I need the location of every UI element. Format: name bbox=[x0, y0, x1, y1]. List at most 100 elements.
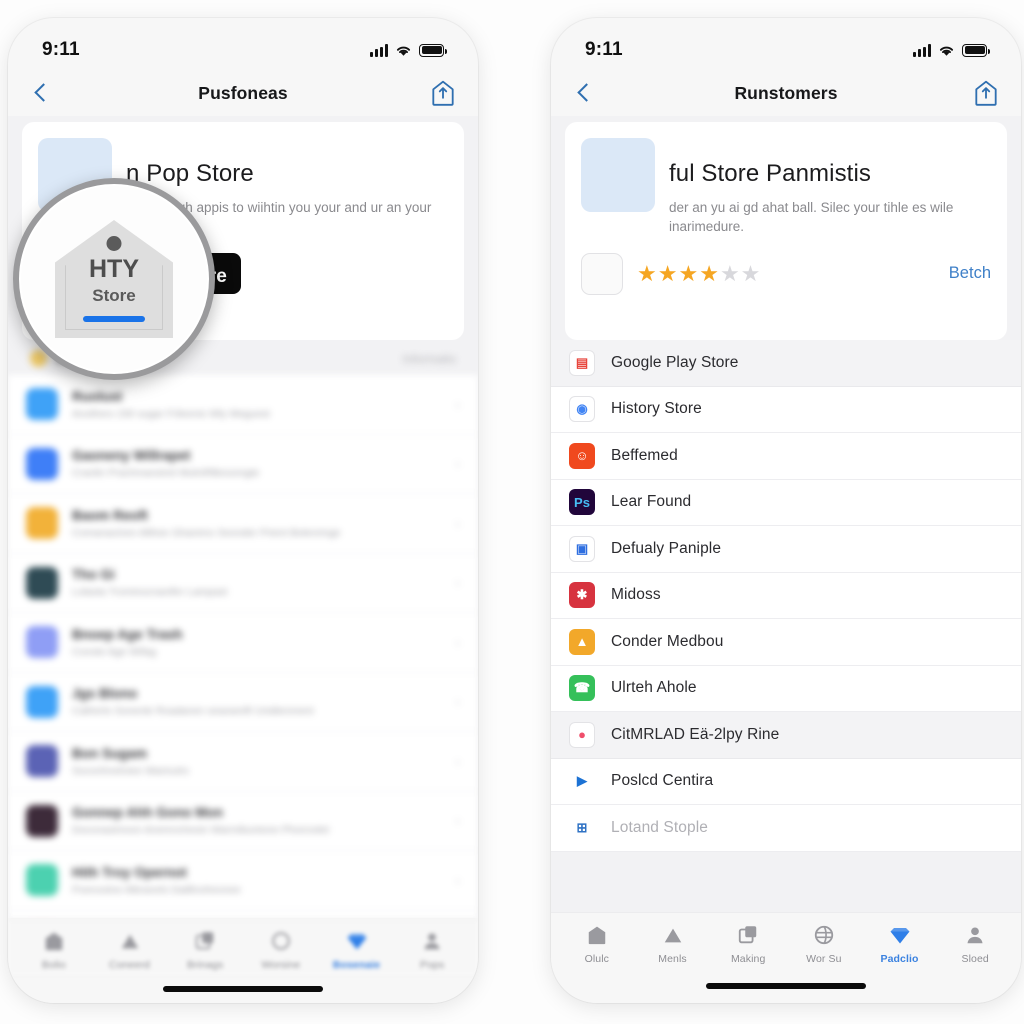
list-item-label: Conder Medbou bbox=[611, 632, 724, 650]
magnified-store-logo: HTY Store bbox=[55, 220, 173, 338]
star-filled-icon: ★ bbox=[657, 260, 678, 286]
list-item-text: Jgs Blono Catherlo Sonenle Roadanen seaow… bbox=[72, 686, 442, 717]
tab-bosenaie[interactable]: Bosenaie bbox=[319, 929, 395, 971]
list-item-label: Ulrteh Ahole bbox=[611, 679, 697, 697]
star-filled-icon: ★ bbox=[678, 260, 699, 286]
list-item[interactable]: Ruolust Anothers 230 sugar Frileenis Wly … bbox=[8, 375, 478, 435]
list-item[interactable]: Jgs Blono Catherlo Sonenle Roadanen seaow… bbox=[8, 672, 478, 732]
bag-icon bbox=[42, 929, 66, 953]
tab-bolio[interactable]: Bolio bbox=[16, 929, 92, 971]
list-item[interactable]: ▲ Conder Medbou bbox=[551, 619, 1021, 666]
tab-label: Brinags bbox=[187, 958, 224, 971]
tab-padclio[interactable]: Padclio bbox=[862, 923, 938, 965]
cellular-bars-icon bbox=[913, 43, 931, 57]
rating-stars: ★ ★ ★ ★ ★ ★ bbox=[637, 260, 761, 286]
list-item[interactable]: Gonnep Ahh Gono Mon Doconasimoon Anemnche… bbox=[8, 791, 478, 851]
list-item-text: Ruolust Anothers 230 sugar Frileenis Wly … bbox=[72, 389, 442, 420]
list-item[interactable]: ✱ Midoss bbox=[551, 573, 1021, 619]
status-icons bbox=[913, 43, 990, 57]
tab-label: Wor Su bbox=[806, 953, 842, 965]
phone-left: 9:11 Pusfoneas n Pop Store appis to wiih… bbox=[8, 18, 478, 1003]
tab-label: Padclio bbox=[880, 953, 919, 965]
list-item[interactable]: Gaoneny Willrapet Cranlin Prachmanstret M… bbox=[8, 434, 478, 494]
list-item[interactable]: ◉ History Store bbox=[551, 387, 1021, 433]
list-item[interactable]: ☺ Beffemed bbox=[551, 433, 1021, 480]
star-empty-icon: ★ bbox=[740, 260, 761, 286]
chrome-icon: ◉ bbox=[569, 396, 595, 423]
list-item-text: Hith Troy Opernot Poenostne Albranels Dai… bbox=[72, 865, 442, 896]
tab-olulc[interactable]: Olulc bbox=[559, 923, 635, 965]
list-item[interactable]: Bon Sugam Soconhnetniee Warinulrs › bbox=[8, 732, 478, 792]
list-item[interactable]: ▣ Defualy Paniple bbox=[551, 526, 1021, 573]
phone-right: 9:11 Runstomers ful Store Panmistis der … bbox=[551, 18, 1021, 1003]
status-clock: 9:11 bbox=[42, 39, 80, 60]
pink-app-icon: ● bbox=[569, 721, 595, 748]
hero-row: ful Store Panmistis der an yu ai gd ahat… bbox=[581, 138, 991, 237]
list-item[interactable]: Ps Lear Found bbox=[551, 480, 1021, 526]
house-dot-icon bbox=[106, 236, 122, 251]
whatsapp-icon: ☎ bbox=[569, 675, 595, 702]
battery-icon bbox=[419, 43, 447, 57]
list-item-title: Bnoep Age Trash bbox=[72, 626, 183, 642]
chevron-right-icon: › bbox=[455, 396, 460, 412]
tab-label: Olulc bbox=[584, 953, 610, 965]
chevron-right-icon: › bbox=[455, 575, 460, 591]
tab-making[interactable]: Making bbox=[710, 923, 786, 965]
tab-menls[interactable]: Menls bbox=[635, 923, 711, 965]
list-item[interactable]: ▶ Poslcd Centira bbox=[551, 759, 1021, 805]
app-icon bbox=[26, 745, 58, 778]
list-item-subtitle: Catherlo Sonenle Roadanen seaownift Unid… bbox=[72, 705, 314, 718]
tab-label: Worsine bbox=[261, 958, 301, 971]
page-title: Pusfoneas bbox=[198, 82, 288, 103]
status-icons bbox=[370, 43, 447, 57]
screenshot-stage: 9:11 Pusfoneas n Pop Store appis to wiih… bbox=[0, 0, 1024, 1024]
chevron-right-icon: › bbox=[455, 456, 460, 472]
list-item[interactable]: ⊞ Lotand Stople bbox=[551, 805, 1021, 852]
list-item[interactable]: Bnoep Age Trash Conste Age Wifag › bbox=[8, 613, 478, 673]
home-indicator-area bbox=[8, 974, 478, 1003]
list-item[interactable]: Baom Reoft Comanacinen Althee Ghanimo Seo… bbox=[8, 494, 478, 554]
tab-pops[interactable]: Pops bbox=[394, 929, 470, 971]
list-item-title: Hith Troy Opernot bbox=[72, 864, 187, 880]
app-icon bbox=[26, 685, 58, 718]
triangle-icon bbox=[661, 923, 685, 947]
chevron-right-icon: › bbox=[455, 813, 460, 829]
tab-wor-su[interactable]: Wor Su bbox=[786, 923, 862, 965]
list-item-text: Gaoneny Willrapet Cranlin Prachmanstret M… bbox=[72, 448, 442, 479]
list-item[interactable]: ● CitMRLAD Eä-2lpy Rine bbox=[551, 712, 1021, 759]
home-indicator bbox=[163, 986, 323, 992]
hero-thumbnail bbox=[581, 138, 655, 212]
mini-app-tile[interactable] bbox=[581, 252, 623, 295]
magnifier-left: HTY Store bbox=[13, 178, 215, 380]
list-item-title: Gaoneny Willrapet bbox=[72, 448, 191, 464]
hero-title: ful Store Panmistis bbox=[669, 160, 871, 187]
magnifier-house-top-text: HTY bbox=[89, 254, 139, 283]
tab-bar: Bolio Coneerd Brinags Worsine Bosenaie Pops bbox=[8, 917, 478, 975]
list-item-label: Beffemed bbox=[611, 446, 678, 464]
tab-label: Bosenaie bbox=[332, 958, 381, 971]
list-item[interactable]: Hith Troy Opernot Poenostne Albranels Dai… bbox=[8, 851, 478, 911]
tab-label: Sloed bbox=[961, 953, 989, 965]
tab-worsine[interactable]: Worsine bbox=[243, 929, 319, 971]
chevron-right-icon: › bbox=[455, 515, 460, 531]
chevron-right-icon: › bbox=[455, 872, 460, 888]
tab-sloed[interactable]: Sloed bbox=[937, 923, 1013, 965]
list-item-subtitle: Poenostne Albranels Daillinoheonee bbox=[72, 883, 241, 896]
list-item[interactable]: ☎ Ulrteh Ahole bbox=[551, 666, 1021, 712]
person-icon bbox=[420, 929, 444, 953]
hero-description: der an yu ai gd ahat ball. Silec your ti… bbox=[669, 199, 954, 235]
messages-icon: ▣ bbox=[569, 535, 595, 562]
tab-coneerd[interactable]: Coneerd bbox=[92, 929, 168, 971]
list-item[interactable]: ▤ Google Play Store bbox=[551, 340, 1021, 387]
tab-brinags[interactable]: Brinags bbox=[167, 929, 243, 971]
list-item[interactable]: Trign BanonetAnglet Aleohonp Feranronom … bbox=[8, 910, 478, 918]
list-item-label: Lotand Stople bbox=[611, 818, 708, 836]
nav-bar: Pusfoneas bbox=[8, 70, 478, 116]
list-item-label: Google Play Store bbox=[611, 353, 739, 371]
list-item[interactable]: Tho Gi Lolasta Trominocnanifer Lampast › bbox=[8, 553, 478, 613]
home-indicator-area bbox=[551, 969, 1021, 1003]
cellular-bars-icon bbox=[370, 43, 388, 57]
list-item-title: Jgs Blono bbox=[72, 686, 138, 702]
hero-action-link[interactable]: Betch bbox=[949, 264, 991, 283]
app-icon bbox=[26, 626, 58, 659]
